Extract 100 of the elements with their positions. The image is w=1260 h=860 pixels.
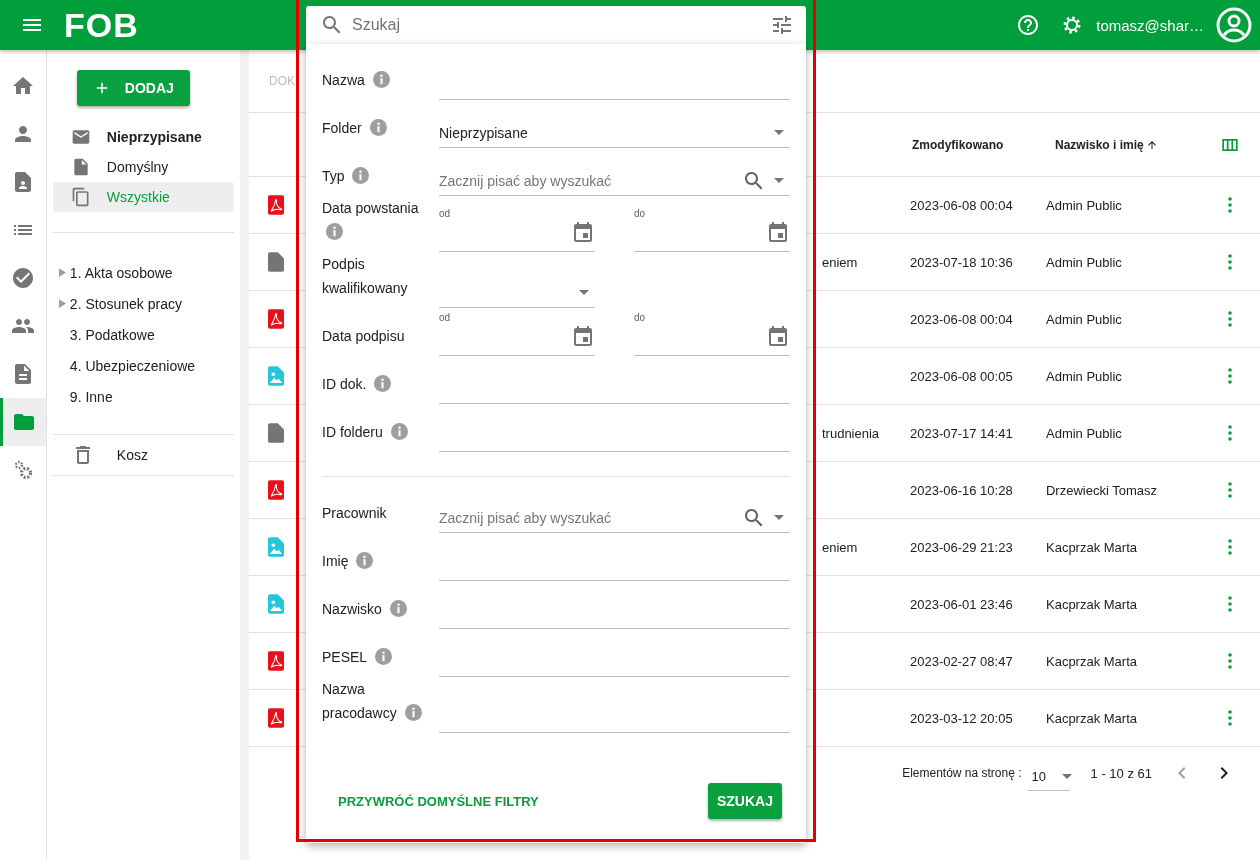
folder-item[interactable]: 3. Podatkowe xyxy=(69,326,155,343)
field-label: Imię xyxy=(322,553,349,569)
more-icon[interactable] xyxy=(1228,539,1232,555)
column-header[interactable]: Nazwisko i imię xyxy=(1055,137,1144,152)
image-file-icon xyxy=(268,537,284,557)
field-label: PESEL xyxy=(322,649,367,665)
info-icon[interactable] xyxy=(389,600,407,617)
date-field[interactable]: do xyxy=(634,206,790,252)
info-icon[interactable] xyxy=(372,71,390,88)
folder-item[interactable]: 4. Ubezpieczeniowe xyxy=(69,357,196,374)
view-label: Wszystkie xyxy=(106,189,170,205)
view-item[interactable]: Domyślny xyxy=(52,152,235,182)
table-cell-text: Admin Public xyxy=(1046,425,1123,441)
pdf-file-icon xyxy=(268,309,284,329)
search-input[interactable]: Szukaj xyxy=(350,15,764,35)
table-cell-text: Admin Public xyxy=(1046,368,1123,384)
help-icon[interactable] xyxy=(1016,13,1041,37)
table-cell-text: 2023-06-01 23:46 xyxy=(910,596,1014,612)
info-icon[interactable] xyxy=(374,375,392,392)
column-header[interactable]: Zmodyfikowano xyxy=(910,137,1046,152)
page-size-label: Elementów na stronę : xyxy=(902,766,1022,780)
more-icon[interactable] xyxy=(1228,596,1232,612)
table-cell: eniem xyxy=(822,254,858,270)
columns-icon[interactable] xyxy=(1222,138,1238,151)
more-icon[interactable] xyxy=(1228,311,1232,327)
more-icon[interactable] xyxy=(1228,197,1232,213)
account-icon[interactable] xyxy=(1216,7,1252,43)
envelope-icon xyxy=(70,127,91,147)
pdf-file-icon xyxy=(268,651,284,671)
select-field[interactable]: Nieprzypisane xyxy=(439,118,790,148)
page-size-select[interactable]: 10 xyxy=(1027,761,1070,791)
field-label: Nazwa xyxy=(322,72,365,88)
date-field[interactable]: od xyxy=(439,310,595,356)
folder-item[interactable]: 9. Inne xyxy=(69,388,113,405)
trash-item[interactable]: Kosz xyxy=(116,447,148,463)
table-cell-text: Kacprzak Marta xyxy=(1046,596,1139,612)
table-cell: trudnienia xyxy=(822,425,880,441)
calendar-icon[interactable] xyxy=(766,325,790,349)
table-cell-text: 2023-06-08 00:05 xyxy=(910,368,1014,384)
pdf-file-icon xyxy=(268,708,284,728)
file-icon xyxy=(268,423,284,443)
more-icon[interactable] xyxy=(1228,368,1232,384)
info-icon[interactable] xyxy=(390,423,408,440)
search-field[interactable]: Szukaj xyxy=(306,6,806,44)
caret-icon xyxy=(774,130,784,135)
more-icon[interactable] xyxy=(1228,653,1232,669)
pdf-file-icon xyxy=(268,195,284,215)
autocomplete-field[interactable]: Zacznij pisać aby wyszukać xyxy=(439,503,790,533)
nav-item[interactable] xyxy=(0,398,46,446)
input-field[interactable]: Zacznij pisać aby wyszukać xyxy=(439,509,734,526)
table-cell-text: Drzewiecki Tomasz xyxy=(1046,482,1158,498)
image-file-icon xyxy=(268,594,284,614)
autocomplete-field[interactable]: Zacznij pisać aby wyszukać xyxy=(439,166,790,196)
field-label: Nazwa pracodawcy xyxy=(322,681,397,721)
info-icon[interactable] xyxy=(374,648,392,665)
folder-item[interactable]: 1. Akta osobowe xyxy=(69,264,173,281)
view-label: Domyślny xyxy=(106,159,169,175)
more-icon[interactable] xyxy=(1228,254,1232,270)
info-icon[interactable] xyxy=(352,167,370,184)
page-range: 1 - 10 z 61 xyxy=(1090,765,1152,781)
image-file-icon xyxy=(268,366,284,386)
more-icon[interactable] xyxy=(1228,710,1232,726)
caret-icon xyxy=(579,290,589,295)
date-field[interactable]: od xyxy=(439,206,595,252)
input-field[interactable]: Zacznij pisać aby wyszukać xyxy=(439,172,734,189)
more-icon[interactable] xyxy=(1228,425,1232,441)
table-cell-text: 2023-06-29 21:23 xyxy=(910,539,1014,555)
table-cell: eniem xyxy=(822,539,858,555)
field-label: ID dok. xyxy=(322,376,367,392)
view-label: Nieprzypisane xyxy=(106,129,202,145)
field-label: Typ xyxy=(322,168,345,184)
table-cell-text: Admin Public xyxy=(1046,254,1123,270)
file-icon xyxy=(268,252,284,272)
pdf-file-icon xyxy=(268,480,284,500)
field-label: Pracownik xyxy=(322,505,387,521)
more-icon[interactable] xyxy=(1228,482,1232,498)
calendar-icon[interactable] xyxy=(571,221,595,245)
caret-icon xyxy=(1062,774,1072,779)
calendar-icon[interactable] xyxy=(766,221,790,245)
table-cell-text: Admin Public xyxy=(1046,197,1123,213)
field-label: Folder xyxy=(322,120,362,136)
table-cell-text: Kacprzak Marta xyxy=(1046,539,1139,555)
info-icon[interactable] xyxy=(326,223,343,240)
table-cell-text: 2023-03-12 20:05 xyxy=(910,710,1014,726)
date-field[interactable]: do xyxy=(634,310,790,356)
caret-icon[interactable] xyxy=(774,515,784,520)
calendar-icon[interactable] xyxy=(571,325,595,349)
view-item[interactable]: Nieprzypisane xyxy=(52,122,235,152)
expand-icon[interactable] xyxy=(58,299,66,308)
filter-settings-icon[interactable] xyxy=(770,13,794,37)
info-icon[interactable] xyxy=(404,704,422,721)
info-icon[interactable] xyxy=(356,552,374,569)
field-label: Nazwisko xyxy=(322,601,382,617)
caret-icon[interactable] xyxy=(774,178,784,183)
field-label: Podpis kwalifikowany xyxy=(322,256,408,296)
reset-filters-button[interactable]: PRZYWRÓĆ DOMYŚLNE FILTRY xyxy=(322,787,539,815)
info-icon[interactable] xyxy=(369,119,387,136)
folder-item[interactable]: 2. Stosunek pracy xyxy=(69,295,182,312)
table-cell-text: Kacprzak Marta xyxy=(1046,653,1139,669)
expand-icon[interactable] xyxy=(58,268,66,277)
